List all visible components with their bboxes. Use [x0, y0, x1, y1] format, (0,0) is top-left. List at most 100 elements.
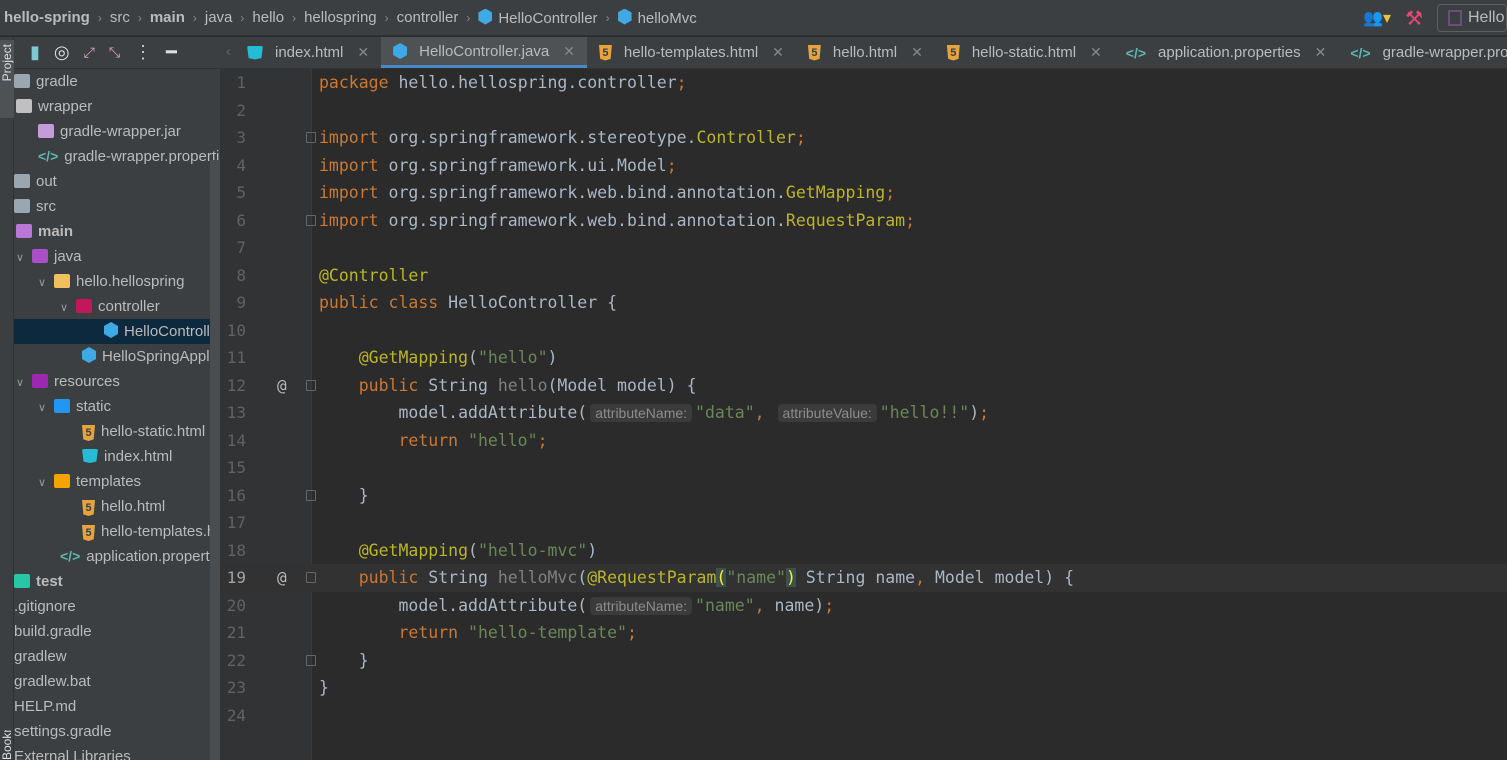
breadcrumb-label: main — [149, 9, 185, 26]
tree-item[interactable]: test — [14, 569, 220, 594]
tree-item[interactable]: ∨ java — [14, 244, 220, 269]
editor-tabs: ‹ index.html ✕ HelloController.java ✕ 5 hello-… — [220, 37, 1507, 69]
tree-item[interactable]: gradlew — [14, 644, 220, 669]
tree-item[interactable]: HelloController — [14, 319, 220, 344]
tree-item[interactable]: wrapper — [14, 94, 220, 119]
fold-icon[interactable] — [306, 132, 316, 143]
breadcrumb-label: HelloController — [498, 9, 598, 27]
tree-item[interactable]: ∨ controller — [14, 294, 220, 319]
tree-item[interactable]: settings.gradle — [14, 719, 220, 744]
chevron-down-icon[interactable]: ∨ — [16, 371, 32, 396]
line-number: 19 — [226, 568, 246, 587]
package-spring-icon — [76, 299, 92, 313]
tabs-scroll-left-icon[interactable]: ‹ — [220, 37, 235, 68]
tree-item[interactable]: ∨ resources — [14, 369, 220, 394]
left-tool-stripe — [0, 37, 14, 760]
tree-item[interactable]: gradlew.bat — [14, 669, 220, 694]
close-icon[interactable]: ✕ — [563, 43, 575, 60]
tree-item-label: hello.hellospring — [76, 273, 185, 290]
line-number: 22 — [226, 650, 246, 670]
tree-item[interactable]: HelloSpringApplication — [14, 344, 220, 369]
line-number: 11 — [226, 348, 246, 367]
build-hammer-icon[interactable]: ⚒ — [1405, 6, 1423, 31]
tree-item[interactable]: index.html — [14, 444, 220, 469]
tree-item[interactable]: HELP.md — [14, 694, 220, 719]
tree-item[interactable]: 5 hello.html — [14, 494, 220, 519]
close-icon[interactable]: ✕ — [357, 44, 369, 61]
tree-item[interactable]: src — [14, 194, 220, 219]
chevron-down-icon[interactable]: ∨ — [38, 396, 54, 421]
html5-file-icon: 5 — [82, 525, 95, 541]
tab-index-html[interactable]: index.html ✕ — [235, 37, 381, 68]
breadcrumb-item[interactable]: helloMvc — [617, 8, 697, 27]
tree-item[interactable]: ∨ hello.hellospring — [14, 269, 220, 294]
run-configuration-select[interactable]: Hello — [1437, 4, 1507, 32]
chevron-down-icon[interactable]: ∨ — [38, 471, 54, 496]
hide-icon[interactable]: ━ — [166, 42, 177, 63]
tab-label: HelloController.java — [419, 42, 550, 60]
tree-item-label: HELP.md — [14, 698, 77, 715]
close-icon[interactable]: ✕ — [1315, 44, 1327, 61]
tree-item[interactable]: ∨ static — [14, 394, 220, 419]
breadcrumb-item[interactable]: hello — [252, 9, 284, 26]
tree-item[interactable]: out — [14, 169, 220, 194]
tab-hello-html[interactable]: 5 hello.html ✕ — [796, 37, 935, 68]
implementation-marker-icon[interactable]: @ — [277, 372, 287, 400]
tab-hello-templates-html[interactable]: 5 hello-templates.html ✕ — [587, 37, 796, 68]
project-tool-tab[interactable]: Project — [0, 40, 14, 118]
tree-item[interactable]: 5 hello-static.html — [14, 419, 220, 444]
code-token: String — [428, 375, 498, 395]
code-token: model.addAttribute( — [319, 595, 588, 615]
breadcrumb-item[interactable]: java — [205, 9, 233, 26]
tree-item[interactable]: ∨ templates — [14, 469, 220, 494]
tree-item[interactable]: build.gradle — [14, 619, 220, 644]
collapse-all-icon[interactable]: ⤡ — [109, 44, 120, 61]
tab-gradle-wrapper-properties[interactable]: </>gradle-wrapper.properties✕ — [1338, 37, 1507, 68]
method-icon — [617, 8, 632, 25]
fold-icon[interactable] — [306, 572, 316, 583]
collaboration-icon[interactable]: 👥▾ — [1363, 8, 1391, 28]
breadcrumb-item[interactable]: hello-spring — [4, 9, 90, 26]
options-icon[interactable]: ⋮ — [134, 42, 152, 63]
close-icon[interactable]: ✕ — [911, 44, 923, 61]
close-icon[interactable]: ✕ — [1090, 44, 1102, 61]
breadcrumb-item[interactable]: src — [110, 9, 130, 26]
tree-item[interactable]: External Libraries — [14, 744, 220, 760]
tree-item[interactable]: gradle-wrapper.jar — [14, 119, 220, 144]
code-text: public String hello(Model model) { — [319, 372, 697, 400]
tab-hello-static-html[interactable]: 5 hello-static.html ✕ — [935, 37, 1114, 68]
chevron-down-icon[interactable]: ∨ — [60, 296, 76, 321]
tab-application-properties[interactable]: </> application.properties ✕ — [1114, 37, 1339, 68]
implementation-marker-icon[interactable]: @ — [277, 564, 287, 592]
fold-icon[interactable] — [306, 214, 316, 226]
code-token: RequestParam — [785, 210, 906, 230]
close-icon[interactable]: ✕ — [772, 44, 784, 61]
code-line: 15 — [220, 454, 1507, 482]
breadcrumb-item[interactable]: controller — [397, 9, 459, 26]
breadcrumb-item[interactable]: HelloController — [478, 8, 598, 27]
fold-icon[interactable] — [306, 379, 316, 391]
chevron-down-icon[interactable]: ∨ — [16, 246, 32, 271]
chevron-down-icon[interactable]: ∨ — [38, 271, 54, 296]
breadcrumb-item[interactable]: hellospring — [304, 9, 377, 26]
project-scrollbar[interactable] — [210, 160, 220, 760]
locate-target-icon[interactable]: ◎ — [54, 42, 70, 63]
expand-all-icon[interactable]: ⤢ — [84, 44, 95, 61]
fold-icon[interactable] — [306, 654, 316, 666]
tree-item[interactable]: 5 hello-templates.html — [14, 519, 220, 544]
bookmarks-tool-tab[interactable]: Bookmarks — [0, 730, 14, 760]
breadcrumb-item[interactable]: main — [150, 9, 185, 26]
fold-icon[interactable] — [306, 489, 316, 501]
code-text: } — [319, 674, 329, 702]
code-line: 16 } — [220, 482, 1507, 510]
tree-item[interactable]: </> application.properties — [14, 544, 220, 569]
select-opened-file-icon[interactable]: ▮ — [30, 42, 40, 63]
tree-item[interactable]: main — [14, 219, 220, 244]
tree-item[interactable]: gradle — [14, 69, 220, 94]
tree-item[interactable]: .gitignore — [14, 594, 220, 619]
line-number: 2 — [236, 100, 246, 120]
tree-item[interactable]: </> gradle-wrapper.properties — [14, 144, 220, 169]
code-token: import — [319, 128, 389, 147]
tab-hellocontroller-java[interactable]: HelloController.java ✕ — [381, 37, 587, 68]
